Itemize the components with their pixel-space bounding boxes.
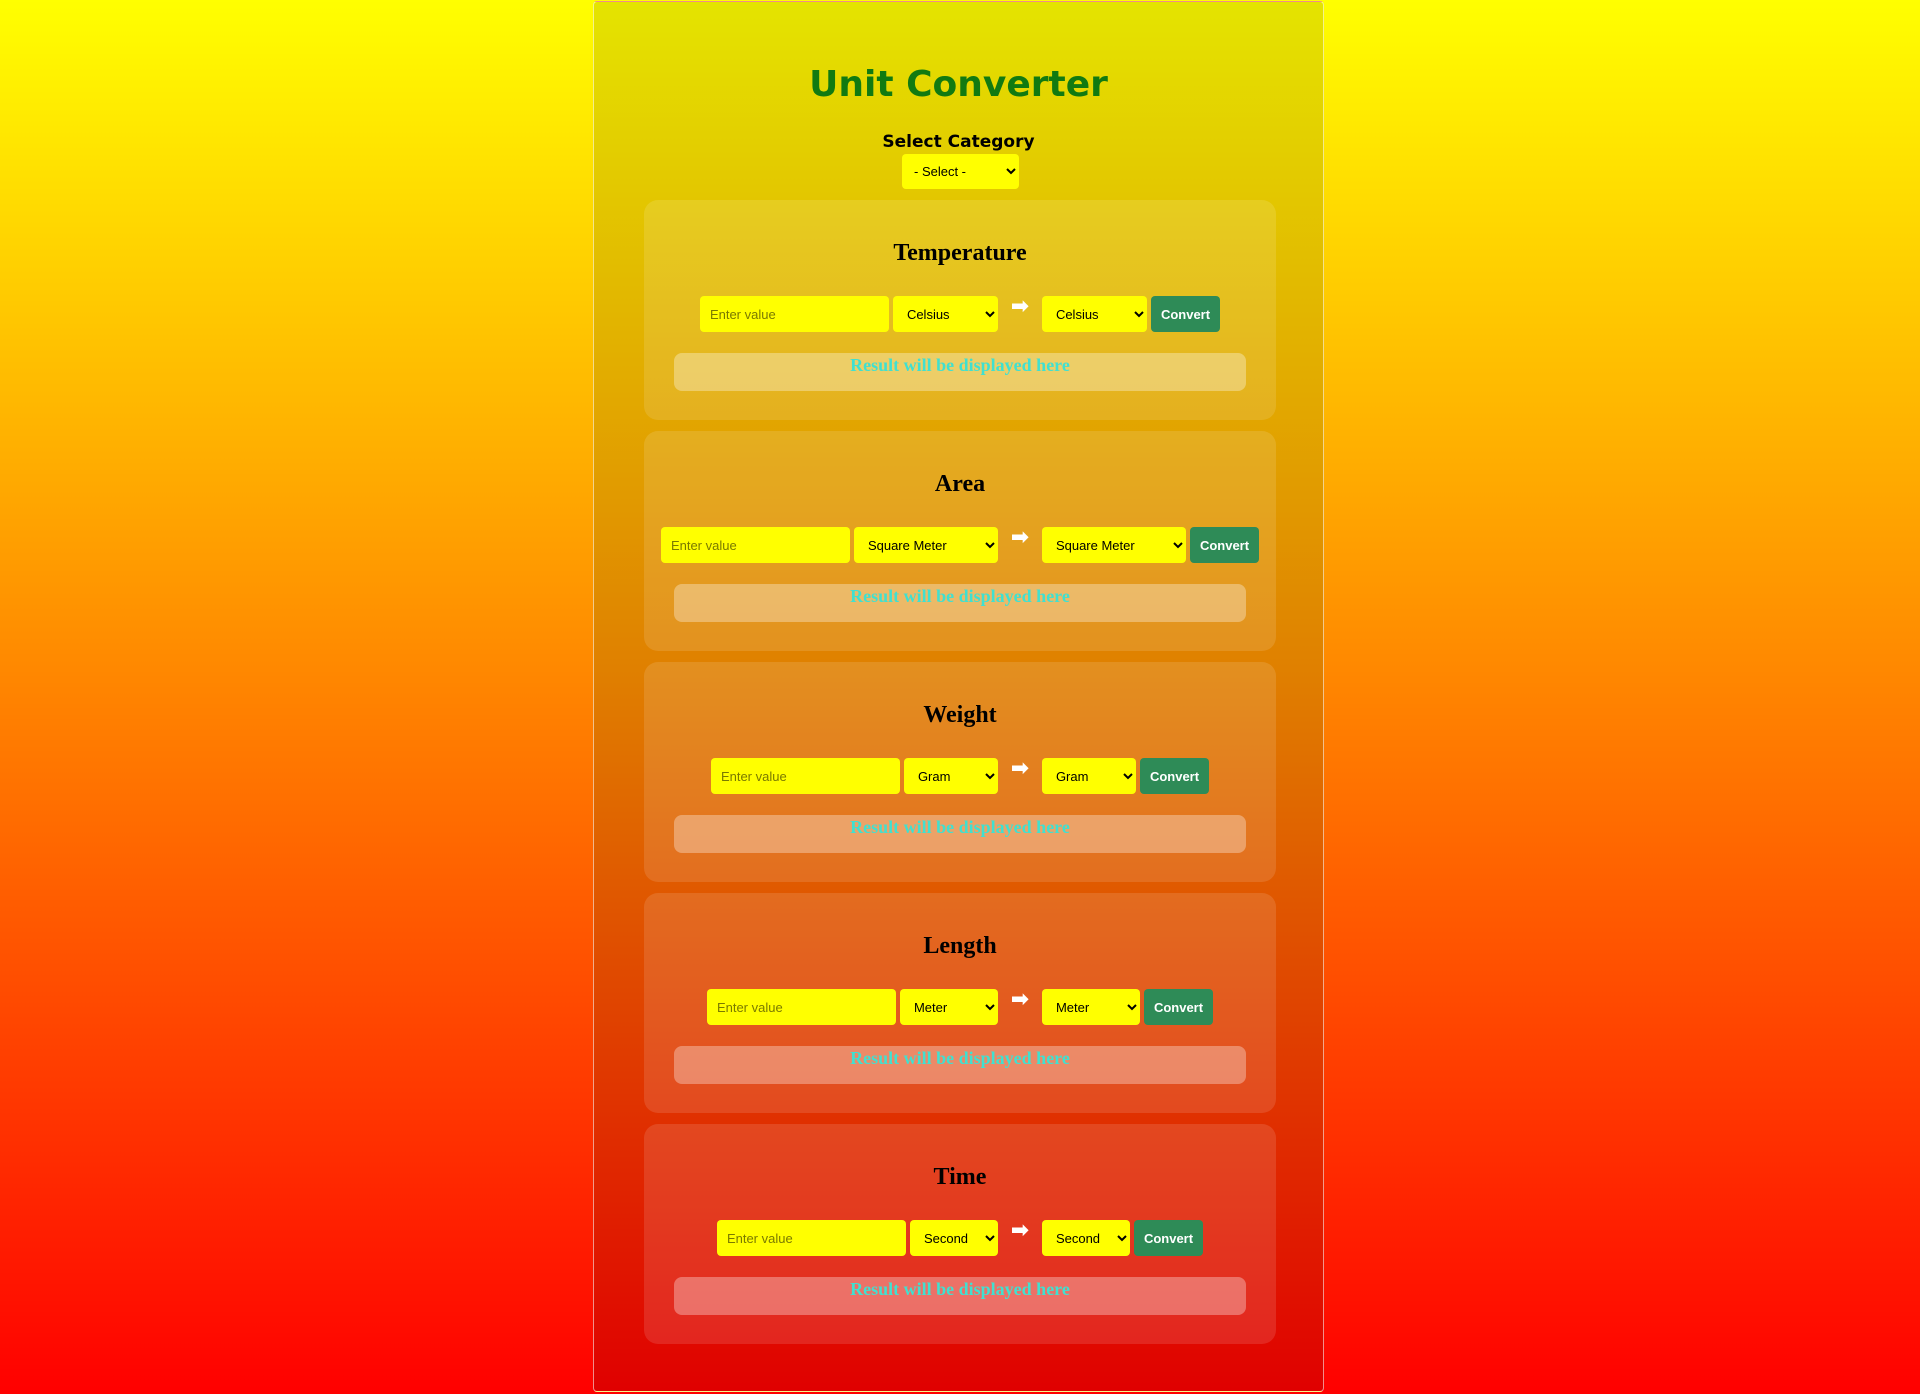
converter-title: Weight: [923, 702, 997, 728]
from-unit-select[interactable]: Celsius: [892, 296, 998, 332]
converter-card-temperature: Temperature Celsius ➡ Celsius Convert Re…: [644, 200, 1276, 420]
result-display: Result will be displayed here: [674, 353, 1246, 391]
to-unit-select[interactable]: Celsius: [1041, 296, 1147, 332]
converter-row: Celsius ➡ Celsius Convert: [644, 296, 1276, 332]
category-label: Select Category: [882, 132, 1035, 152]
result-display: Result will be displayed here: [674, 815, 1246, 853]
converter-panel: Unit Converter Select Category - Select …: [593, 1, 1324, 1392]
converter-card-time: Time Second ➡ Second Convert Result will…: [644, 1124, 1276, 1344]
converter-card-length: Length Meter ➡ Meter Convert Result will…: [644, 893, 1276, 1113]
from-unit-select[interactable]: Second: [909, 1220, 998, 1256]
convert-button[interactable]: Convert: [1139, 758, 1210, 794]
convert-button[interactable]: Convert: [1150, 296, 1221, 332]
converter-title: Length: [923, 933, 997, 959]
to-unit-select[interactable]: Second: [1041, 1220, 1130, 1256]
value-input[interactable]: [716, 1220, 906, 1256]
result-display: Result will be displayed here: [674, 1046, 1246, 1084]
converter-row: Square Meter ➡ Square Meter Convert: [644, 527, 1276, 563]
to-unit-select[interactable]: Square Meter: [1041, 527, 1186, 563]
from-unit-select[interactable]: Gram: [903, 758, 998, 794]
category-select[interactable]: - Select -: [902, 154, 1019, 189]
result-display: Result will be displayed here: [674, 1277, 1246, 1315]
page-title: Unit Converter: [809, 64, 1108, 105]
convert-button[interactable]: Convert: [1133, 1220, 1204, 1256]
convert-button[interactable]: Convert: [1189, 527, 1260, 563]
result-display: Result will be displayed here: [674, 584, 1246, 622]
arrow-right-icon: ➡: [1010, 756, 1030, 781]
arrow-right-icon: ➡: [1010, 987, 1030, 1012]
converter-title: Area: [934, 471, 986, 497]
converter-title: Temperature: [893, 240, 1027, 266]
converter-card-area: Area Square Meter ➡ Square Meter Convert…: [644, 431, 1276, 651]
to-unit-select[interactable]: Meter: [1041, 989, 1140, 1025]
from-unit-select[interactable]: Meter: [899, 989, 998, 1025]
converter-card-weight: Weight Gram ➡ Gram Convert Result will b…: [644, 662, 1276, 882]
converter-row: Gram ➡ Gram Convert: [644, 758, 1276, 794]
arrow-right-icon: ➡: [1010, 1218, 1030, 1243]
convert-button[interactable]: Convert: [1143, 989, 1214, 1025]
value-input[interactable]: [699, 296, 889, 332]
value-input[interactable]: [660, 527, 850, 563]
arrow-right-icon: ➡: [1010, 294, 1030, 319]
arrow-right-icon: ➡: [1010, 525, 1030, 550]
converter-title: Time: [933, 1164, 987, 1190]
converter-row: Meter ➡ Meter Convert: [644, 989, 1276, 1025]
value-input[interactable]: [710, 758, 900, 794]
converter-row: Second ➡ Second Convert: [644, 1220, 1276, 1256]
value-input[interactable]: [706, 989, 896, 1025]
from-unit-select[interactable]: Square Meter: [853, 527, 998, 563]
to-unit-select[interactable]: Gram: [1041, 758, 1136, 794]
